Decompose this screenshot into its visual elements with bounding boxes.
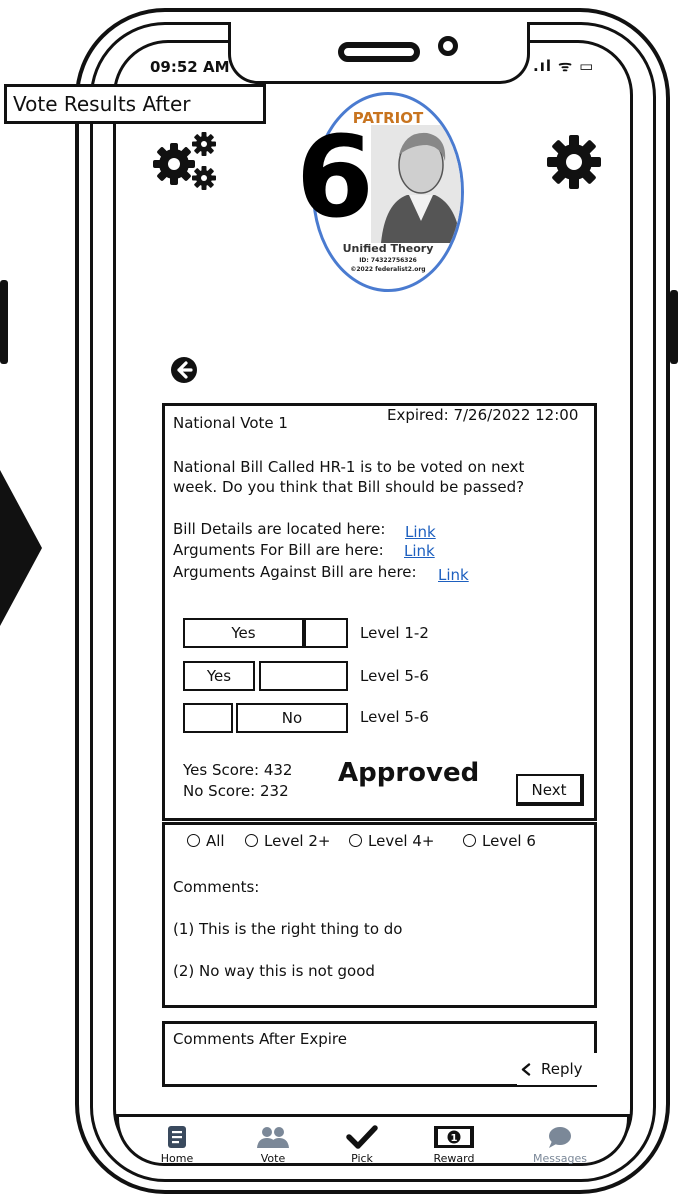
filter-level-4-label: Level 4+	[368, 832, 435, 850]
filter-level-6-label: Level 6	[482, 832, 536, 850]
bill-details-label: Bill Details are located here:	[173, 520, 386, 538]
no-score: No Score: 232	[183, 782, 289, 800]
arguments-for-label: Arguments For Bill are here:	[173, 541, 384, 559]
svg-text:1: 1	[451, 1133, 458, 1144]
vote-row-2-no[interactable]	[259, 661, 348, 691]
reply-button[interactable]: Reply	[517, 1053, 601, 1085]
tab-home[interactable]: Home	[145, 1124, 209, 1165]
tab-messages[interactable]: Messages	[528, 1124, 592, 1165]
tab-vote[interactable]: Vote	[241, 1124, 305, 1165]
play-icon	[0, 470, 42, 626]
radio-icon[interactable]	[187, 834, 200, 847]
status-time: 09:52 AM	[150, 58, 230, 76]
speaker-icon	[338, 42, 420, 62]
vote-title: National Vote 1	[173, 414, 288, 432]
vote-row-1-level: Level 1-2	[360, 624, 429, 642]
filter-level-4[interactable]: Level 4+	[349, 832, 434, 850]
chevron-left-icon	[521, 1063, 531, 1076]
vote-row-1-no[interactable]	[304, 618, 348, 648]
vote-row-2-level: Level 5-6	[360, 667, 429, 685]
vote-question-line2: week. Do you think that Bill should be p…	[173, 478, 525, 496]
settings-gears-icon[interactable]	[152, 128, 222, 194]
filter-level-6[interactable]: Level 6	[463, 832, 536, 850]
money-icon: 1	[434, 1126, 474, 1148]
vote-expired: Expired: 7/26/2022 12:00	[387, 406, 579, 424]
side-button-right	[670, 290, 678, 364]
vote-row-2-yes[interactable]: Yes	[183, 661, 255, 691]
chat-icon	[549, 1127, 571, 1148]
radio-icon[interactable]	[349, 834, 362, 847]
status-signal-icons: .ıl ᯤ ▭	[533, 57, 595, 75]
bill-details-link[interactable]: Link	[405, 523, 436, 541]
comment-item: (2) No way this is not good	[173, 962, 375, 980]
vote-row-3-no[interactable]: No	[236, 703, 348, 733]
vote-question-line1: National Bill Called HR-1 is to be voted…	[173, 458, 525, 476]
check-icon	[346, 1125, 378, 1149]
filter-all[interactable]: All	[187, 832, 225, 850]
next-button[interactable]: Next	[516, 774, 584, 806]
tab-messages-label: Messages	[533, 1152, 587, 1165]
tab-reward[interactable]: 1 Reward	[422, 1124, 486, 1165]
tab-reward-label: Reward	[433, 1152, 475, 1165]
camera-icon	[438, 36, 458, 56]
tab-home-label: Home	[160, 1152, 194, 1165]
logo-id-text: ID: 74322756326	[359, 257, 417, 264]
arguments-against-label: Arguments Against Bill are here:	[173, 563, 417, 581]
vote-row-1-yes[interactable]: Yes	[183, 618, 304, 648]
after-expire-heading: Comments After Expire	[173, 1030, 347, 1048]
vote-result: Approved	[338, 758, 480, 788]
reply-label: Reply	[541, 1060, 583, 1078]
vote-row-3-level: Level 5-6	[360, 708, 429, 726]
tab-pick-label: Pick	[351, 1152, 373, 1165]
filter-level-2-label: Level 2+	[264, 832, 331, 850]
arguments-against-link[interactable]: Link	[438, 566, 469, 584]
back-arrow-icon[interactable]	[170, 356, 198, 384]
radio-icon[interactable]	[463, 834, 476, 847]
filter-level-2[interactable]: Level 2+	[245, 832, 330, 850]
logo-theory-text: Unified Theory	[342, 242, 434, 255]
arguments-for-link[interactable]: Link	[404, 542, 435, 560]
filter-all-label: All	[206, 832, 225, 850]
comments-heading: Comments:	[173, 878, 260, 896]
comment-item: (1) This is the right thing to do	[173, 920, 403, 938]
tab-vote-label: Vote	[260, 1152, 286, 1165]
tab-pick[interactable]: Pick	[330, 1124, 394, 1165]
people-icon	[257, 1127, 289, 1148]
logo-copyright-text: ©2022 federalist2.org	[350, 266, 426, 273]
settings-gear-icon[interactable]	[545, 133, 603, 191]
home-icon	[168, 1126, 186, 1148]
yes-score: Yes Score: 432	[183, 761, 293, 779]
vote-row-3-yes[interactable]	[183, 703, 233, 733]
portrait-image	[371, 125, 461, 243]
side-button-left-1	[0, 280, 8, 364]
radio-icon[interactable]	[245, 834, 258, 847]
level-number: 6	[296, 113, 374, 243]
screen-title-label: Vote Results After	[4, 84, 266, 124]
